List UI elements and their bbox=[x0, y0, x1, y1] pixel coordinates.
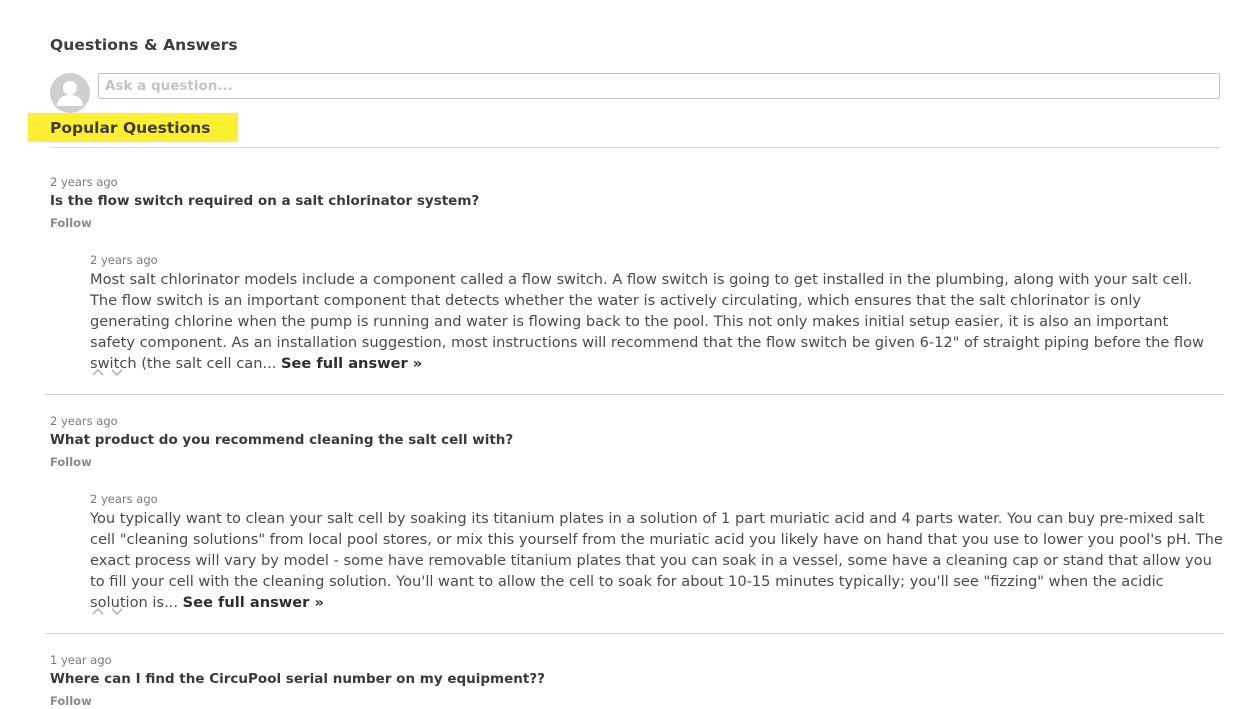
answer-age: 2 years ago bbox=[90, 253, 158, 267]
answer-text: Most salt chlorinator models include a c… bbox=[90, 269, 1215, 374]
question-age: 1 year ago bbox=[50, 653, 112, 667]
vote-controls bbox=[92, 601, 123, 616]
question-age: 2 years ago bbox=[50, 414, 118, 428]
answer-text: You typically want to clean your salt ce… bbox=[90, 508, 1225, 613]
answer-age: 2 years ago bbox=[90, 492, 158, 506]
qa-heading: Questions & Answers bbox=[50, 36, 238, 54]
user-avatar-icon bbox=[50, 73, 90, 113]
follow-button[interactable]: Follow bbox=[50, 216, 92, 230]
popular-questions-heading: Popular Questions bbox=[50, 119, 211, 137]
divider bbox=[45, 394, 1224, 395]
divider bbox=[50, 147, 1219, 148]
chevron-up-icon[interactable] bbox=[92, 601, 104, 615]
follow-button[interactable]: Follow bbox=[50, 455, 92, 469]
chevron-up-icon[interactable] bbox=[92, 362, 104, 376]
chevron-down-icon[interactable] bbox=[111, 601, 123, 616]
question-title[interactable]: Is the flow switch required on a salt ch… bbox=[50, 193, 479, 209]
ask-question-input[interactable] bbox=[98, 73, 1220, 99]
divider bbox=[45, 633, 1224, 634]
chevron-down-icon[interactable] bbox=[111, 362, 123, 377]
question-title[interactable]: What product do you recommend cleaning t… bbox=[50, 432, 513, 448]
vote-controls bbox=[92, 362, 123, 377]
follow-button[interactable]: Follow bbox=[50, 694, 92, 708]
answer-body: Most salt chlorinator models include a c… bbox=[90, 271, 1204, 372]
see-full-answer-link[interactable]: See full answer » bbox=[281, 355, 422, 372]
question-age: 2 years ago bbox=[50, 175, 118, 189]
see-full-answer-link[interactable]: See full answer » bbox=[183, 594, 324, 611]
question-title[interactable]: Where can I find the CircuPool serial nu… bbox=[50, 671, 545, 687]
